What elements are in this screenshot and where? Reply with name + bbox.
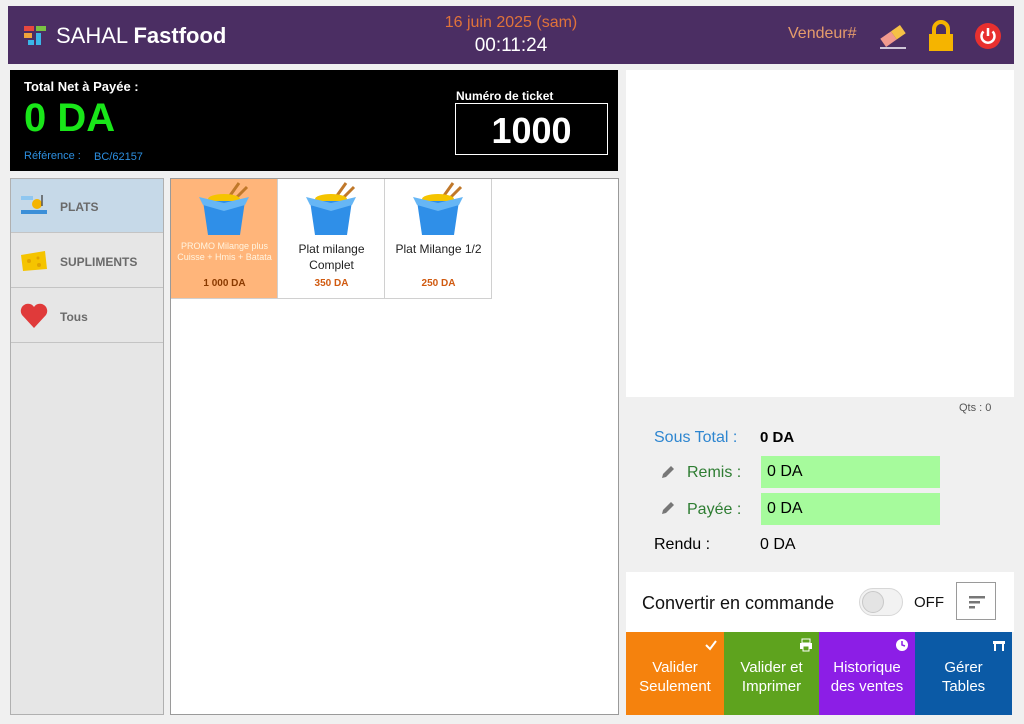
total-panel: Total Net à Payée : 0 DA Référence : BC/…: [10, 70, 618, 171]
app-header: SAHAL Fastfood 16 juin 2025 (sam) 00:11:…: [8, 6, 1014, 64]
current-date: 16 juin 2025 (sam): [444, 14, 578, 31]
product-price: 350 DA: [314, 278, 349, 289]
category-label: Tous: [60, 310, 88, 324]
ticket-number-value: 1000: [491, 110, 572, 151]
vendeur-label[interactable]: Vendeur#: [788, 25, 857, 43]
category-label: PLATS: [60, 200, 99, 214]
remis-label: Remis :: [687, 464, 742, 481]
category-label: SUPLIMENTS: [60, 255, 138, 269]
current-time: 00:11:24: [474, 35, 548, 56]
payee-field[interactable]: [761, 493, 940, 525]
ticket-number-label: Numéro de ticket: [456, 89, 554, 103]
reference-label: Référence :: [24, 150, 81, 162]
action-label: Valider et Imprimer: [740, 659, 803, 695]
product-grid: PROMO Milange plus Cuisse + Hmis + Batat…: [170, 178, 619, 715]
convert-order-row: Convertir en commande OFF: [626, 572, 1014, 632]
category-sidebar: PLATS SUPLIMENTS Tous: [10, 178, 164, 715]
gerer-tables-button[interactable]: Gérer Tables: [915, 632, 1012, 715]
cheese-icon: [21, 251, 47, 271]
ticket-items-list[interactable]: [626, 70, 1014, 397]
noodle-box-icon: [413, 182, 463, 235]
noodle-box-icon: [306, 182, 356, 235]
payee-label: Payée :: [687, 501, 742, 518]
lock-icon[interactable]: [924, 19, 958, 53]
product-card[interactable]: Plat milange Complet 350 DA: [278, 179, 385, 299]
quantity-count: Qts : 0: [959, 402, 992, 414]
valider-seulement-button[interactable]: Valider Seulement: [626, 632, 724, 715]
history-icon: [896, 639, 908, 651]
sort-button[interactable]: [956, 582, 996, 620]
remis-field[interactable]: [761, 456, 940, 488]
reference-value: BC/62157: [94, 151, 143, 163]
action-label: Valider Seulement: [639, 659, 711, 695]
convert-order-toggle[interactable]: [859, 588, 903, 616]
category-tous[interactable]: Tous: [11, 289, 163, 343]
pencil-icon[interactable]: [660, 464, 676, 480]
product-card[interactable]: PROMO Milange plus Cuisse + Hmis + Batat…: [171, 179, 278, 299]
total-value: 0 DA: [24, 96, 116, 140]
rendu-value: 0 DA: [760, 536, 796, 553]
sort-icon: [969, 596, 985, 609]
product-card[interactable]: Plat Milange 1/2 250 DA: [385, 179, 492, 299]
printer-icon: [800, 638, 812, 652]
heart-icon: [20, 303, 48, 328]
rendu-label: Rendu :: [654, 536, 711, 553]
pencil-icon[interactable]: [660, 500, 676, 516]
sous-total-label: Sous Total :: [654, 429, 738, 446]
convert-order-label: Convertir en commande: [642, 593, 835, 613]
plate-icon: [21, 195, 47, 214]
table-icon: [993, 641, 1005, 651]
check-icon: [705, 640, 717, 651]
power-icon[interactable]: [971, 19, 1005, 53]
category-supliments[interactable]: SUPLIMENTS: [11, 234, 163, 288]
ticket-number-box: 1000: [455, 103, 608, 155]
toggle-state-label: OFF: [914, 594, 944, 611]
sous-total-value: 0 DA: [760, 429, 795, 446]
eraser-icon[interactable]: [876, 19, 910, 53]
toggle-knob: [862, 591, 884, 613]
historique-ventes-button[interactable]: Historique des ventes: [819, 632, 915, 715]
valider-imprimer-button[interactable]: Valider et Imprimer: [724, 632, 819, 715]
action-label: Historique des ventes: [830, 659, 904, 695]
product-price: 250 DA: [421, 278, 456, 289]
product-price: 1 000 DA: [203, 278, 246, 289]
action-label: Gérer Tables: [941, 659, 986, 695]
product-name: Plat Milange 1/2: [395, 242, 482, 256]
product-name: PROMO Milange plus Cuisse + Hmis + Batat…: [177, 241, 272, 262]
category-plats[interactable]: PLATS: [11, 179, 163, 233]
total-label: Total Net à Payée :: [24, 79, 139, 94]
noodle-box-icon: [199, 182, 249, 235]
product-name: Plat milange Complet: [298, 242, 365, 272]
